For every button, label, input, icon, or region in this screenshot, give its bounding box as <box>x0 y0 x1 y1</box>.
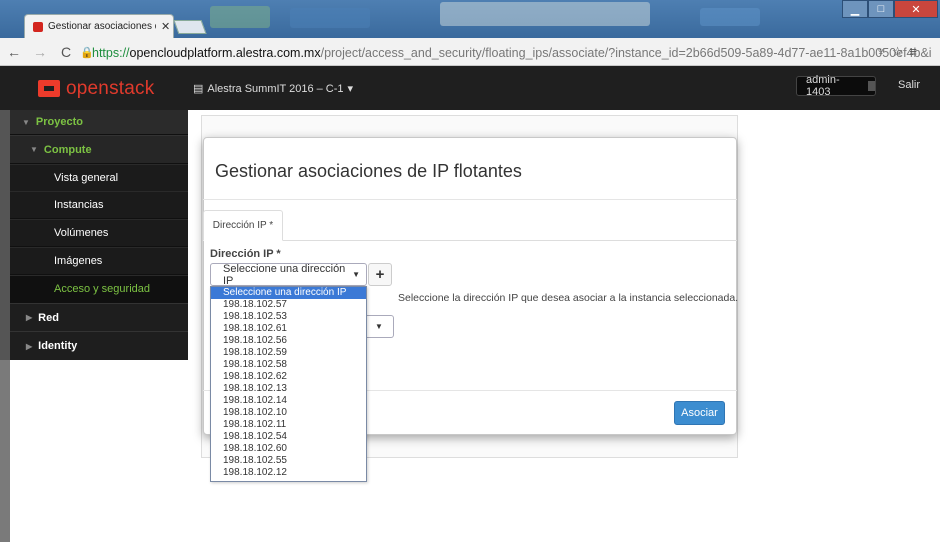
chevron-right-icon: ▶ <box>26 313 33 322</box>
tab-underline-cover <box>204 240 282 242</box>
user-menu-button[interactable]: admin-1403 <box>796 74 876 98</box>
browser-tab[interactable]: Gestionar asociaciones de ✕ <box>24 14 174 38</box>
favicon-icon <box>33 21 43 32</box>
sidebar-item-label: Instancias <box>54 199 104 211</box>
associate-button[interactable]: Asociar <box>674 401 725 425</box>
dropdown-option[interactable]: 198.18.102.11 <box>211 419 366 431</box>
project-icon: ▤ <box>193 83 204 95</box>
sidebar-item-volumenes[interactable]: Volúmenes <box>10 219 188 246</box>
allocate-ip-button[interactable]: + <box>368 263 392 286</box>
divider <box>203 199 737 200</box>
bookmark-star-icon[interactable]: ☆ <box>892 44 904 60</box>
dropdown-option[interactable]: 198.18.102.58 <box>211 359 366 371</box>
sidebar-section-proyecto[interactable]: ▼ Proyecto <box>10 110 188 134</box>
url-path: /project/access_and_security/floating_ip… <box>320 46 932 60</box>
sidebar-item-acceso-seguridad[interactable]: Acceso y seguridad <box>10 275 188 302</box>
sidebar-item-imagenes[interactable]: Imágenes <box>10 247 188 274</box>
dropdown-option[interactable]: 198.18.102.10 <box>211 407 366 419</box>
modal-title: Gestionar asociaciones de IP flotantes <box>215 161 522 181</box>
chevron-down-icon: ▾ <box>347 83 354 95</box>
dropdown-option[interactable]: 198.18.102.60 <box>211 443 366 455</box>
sidebar-item-label: Volúmenes <box>54 227 109 239</box>
sidebar-section-label: Identity <box>38 340 78 352</box>
url-field[interactable]: https://opencloudplatform.alestra.com.mx… <box>92 46 932 60</box>
sidebar-item-label: Imágenes <box>54 255 103 267</box>
sidebar-item-vista-general[interactable]: Vista general <box>10 164 188 191</box>
brand-logo[interactable]: openstack <box>66 78 154 100</box>
close-window-icon[interactable]: ✕ <box>894 0 938 18</box>
forward-icon[interactable]: → <box>32 44 48 60</box>
openstack-logo-icon[interactable] <box>38 80 60 97</box>
tab-title: Gestionar asociaciones de <box>48 21 156 32</box>
url-host: opencloudplatform.alestra.com.mx <box>129 46 321 60</box>
dropdown-option[interactable]: 198.18.102.54 <box>211 431 366 443</box>
sidebar-item-instancias[interactable]: Instancias <box>10 191 188 218</box>
window-controls: ▁ □ ✕ <box>842 0 938 20</box>
dropdown-option[interactable]: 198.18.102.12 <box>211 467 366 479</box>
user-icon <box>868 81 875 91</box>
project-selector[interactable]: ▤ Alestra SummIT 2016 – C-1 ▾ <box>193 82 354 96</box>
dropdown-option[interactable]: 198.18.102.53 <box>211 311 366 323</box>
new-tab-button[interactable] <box>173 20 207 34</box>
port-select[interactable]: ▼ <box>365 315 394 338</box>
left-edge-gray <box>0 360 10 542</box>
sidebar-section-red[interactable]: ▶ Red <box>10 303 188 331</box>
reload-icon[interactable]: C <box>58 44 74 60</box>
menu-icon[interactable]: ≡ <box>909 44 917 60</box>
nav-buttons: ← → C <box>6 44 74 60</box>
sidebar-section-label: Red <box>38 311 59 324</box>
dropdown-option[interactable]: 198.18.102.62 <box>211 371 366 383</box>
dropdown-option[interactable]: 198.18.102.13 <box>211 383 366 395</box>
left-edge <box>0 110 10 360</box>
logout-link[interactable]: Salir <box>898 79 920 91</box>
dropdown-option[interactable]: 198.18.102.57 <box>211 299 366 311</box>
chevron-down-icon: ▼ <box>30 145 38 154</box>
dropdown-option[interactable]: 198.18.102.56 <box>211 335 366 347</box>
chevron-down-icon: ▼ <box>22 117 30 127</box>
maximize-icon[interactable]: □ <box>868 0 894 18</box>
tab-direccion-ip[interactable]: Dirección IP * <box>203 210 283 241</box>
sidebar-section-label: Proyecto <box>35 116 83 128</box>
ip-field-label: Dirección IP * <box>210 248 281 260</box>
dropdown-caret-icon: ▼ <box>352 270 360 279</box>
help-text: Seleccione la dirección IP que desea aso… <box>398 292 739 304</box>
dropdown-option[interactable]: 198.18.102.55 <box>211 455 366 467</box>
sidebar-section-identity[interactable]: ▶ Identity <box>10 331 188 360</box>
dropdown-option[interactable]: 198.18.102.61 <box>211 323 366 335</box>
minimize-icon[interactable]: ▁ <box>842 0 868 18</box>
dropdown-caret-icon: ▼ <box>375 322 383 331</box>
ip-dropdown-list: Seleccione una dirección IP 198.18.102.5… <box>210 286 367 482</box>
dropdown-option[interactable]: Seleccione una dirección IP <box>211 287 366 299</box>
toolbar-icons: ♆ ☆ ≡ <box>876 44 917 60</box>
sidebar-item-label: Vista general <box>54 172 119 184</box>
sidebar-item-label: Acceso y seguridad <box>54 283 150 295</box>
back-icon[interactable]: ← <box>6 44 22 60</box>
sidebar-section-label: Compute <box>43 143 92 156</box>
ip-select-value: Seleccione una dirección IP <box>223 262 346 287</box>
chevron-right-icon: ▶ <box>26 341 33 351</box>
extension-icon[interactable]: ♆ <box>876 44 886 60</box>
project-name: Alestra SummIT 2016 – C-1 <box>207 82 344 95</box>
ip-select[interactable]: Seleccione una dirección IP ▼ <box>210 262 367 287</box>
dropdown-option[interactable]: 198.18.102.14 <box>211 395 366 407</box>
user-name: admin-1403 <box>806 74 840 98</box>
url-scheme: https:// <box>92 46 130 60</box>
sidebar-section-compute[interactable]: ▼ Compute <box>10 135 188 163</box>
dropdown-option[interactable]: 198.18.102.59 <box>211 347 366 359</box>
tab-close-icon[interactable]: ✕ <box>161 20 170 33</box>
divider <box>203 240 737 241</box>
